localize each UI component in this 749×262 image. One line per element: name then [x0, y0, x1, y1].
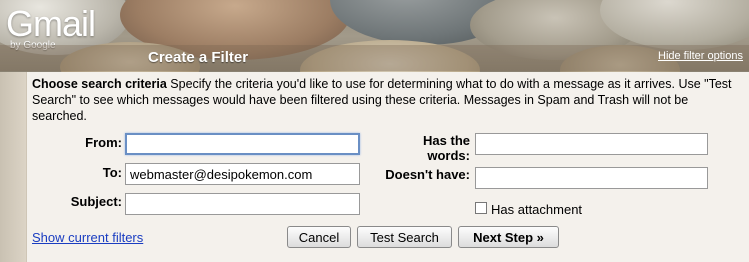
from-input[interactable]: [125, 133, 360, 155]
next-step-button[interactable]: Next Step »: [458, 226, 559, 248]
has-words-input[interactable]: [475, 133, 708, 155]
doesnt-have-input[interactable]: [475, 167, 708, 189]
panel-left-edge: [0, 72, 26, 262]
to-label: To:: [102, 165, 122, 180]
cancel-button[interactable]: Cancel: [287, 226, 351, 248]
gmail-logo-text: Gmail: [6, 3, 96, 44]
has-words-label-line2: words:: [427, 148, 470, 163]
has-attachment-checkbox[interactable]: [475, 202, 487, 214]
criteria-heading: Choose search criteria: [32, 77, 167, 91]
hide-filter-options-link[interactable]: Hide filter options: [658, 50, 743, 62]
has-words-label: Has the words:: [400, 133, 470, 163]
subject-label: Subject:: [70, 194, 122, 209]
gmail-logo[interactable]: Gmail: [6, 3, 96, 45]
test-search-button[interactable]: Test Search: [357, 226, 452, 248]
criteria-description: Choose search criteria Specify the crite…: [32, 76, 732, 124]
subject-input[interactable]: [125, 193, 360, 215]
page-title: Create a Filter: [148, 49, 249, 66]
has-attachment-label[interactable]: Has attachment: [491, 202, 582, 217]
doesnt-have-label: Doesn't have:: [385, 167, 470, 182]
show-current-filters-link[interactable]: Show current filters: [32, 230, 143, 245]
to-input[interactable]: [125, 163, 360, 185]
has-words-label-line1: Has the: [423, 133, 470, 148]
from-label: From:: [85, 135, 122, 150]
title-bar: [0, 45, 749, 71]
